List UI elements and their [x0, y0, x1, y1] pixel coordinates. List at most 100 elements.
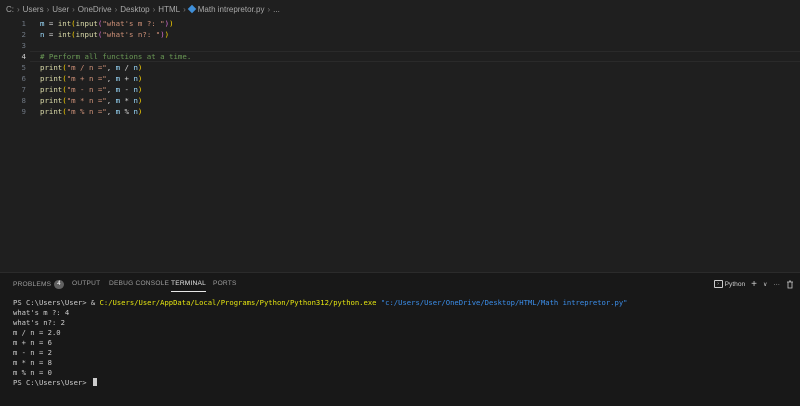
terminal-line: m / n = 2.0	[13, 328, 61, 337]
chevron-right-icon: ›	[46, 4, 50, 14]
terminal-icon: ›	[713, 280, 723, 288]
terminal-line: m - n = 2	[13, 348, 52, 357]
code-token: ,	[106, 96, 116, 105]
code-token: print	[40, 96, 63, 105]
chevron-right-icon: ›	[114, 4, 118, 14]
line-number: 4	[21, 52, 26, 61]
code-token: print	[40, 107, 63, 116]
tab-terminal[interactable]: TERMINAL	[171, 280, 206, 292]
tab-output[interactable]: OUTPUT	[72, 280, 100, 287]
code-token: )	[137, 85, 143, 94]
code-line[interactable]: 6 print("m + n =", m + n)	[0, 73, 800, 84]
breadcrumb-item-drive[interactable]: C:	[6, 5, 14, 14]
code-token: "m / n ="	[66, 63, 107, 72]
more-actions-icon[interactable]: ···	[773, 279, 780, 289]
code-token: input	[75, 19, 98, 28]
code-text: print("m + n =", m + n)	[40, 73, 142, 84]
code-token: )	[137, 96, 143, 105]
code-token: print	[40, 63, 63, 72]
code-line[interactable]: 3	[0, 40, 800, 51]
code-token: +	[120, 74, 134, 83]
code-token: "m % n ="	[66, 107, 107, 116]
code-token: "m * n ="	[66, 96, 107, 105]
terminal-line: what's n?: 2	[13, 318, 65, 327]
chevron-right-icon: ›	[267, 4, 271, 14]
code-token: int	[57, 30, 72, 39]
code-token: "m - n ="	[66, 85, 107, 94]
code-text: m = int(input("what's m ?: "))	[40, 18, 174, 29]
chevron-right-icon: ›	[72, 4, 75, 14]
chevron-right-icon: ›	[183, 4, 186, 14]
terminal-toolbar: › Python + ∨ ···	[713, 278, 794, 290]
tab-problems[interactable]: PROBLEMS 4	[13, 280, 64, 289]
add-terminal-icon[interactable]: +	[751, 279, 757, 290]
breadcrumb-item-user[interactable]: User	[52, 5, 69, 14]
code-token: "what's n?: "	[102, 30, 161, 39]
code-token: int	[57, 19, 72, 28]
code-token: =	[44, 30, 58, 39]
code-text: n = int(input("what's n?: "))	[40, 29, 169, 40]
terminal-command-prompt: PS C:\Users\User> &	[13, 298, 100, 307]
code-token: ,	[106, 85, 116, 94]
chevron-right-icon: ›	[152, 4, 156, 14]
terminal-line: m * n = 8	[13, 358, 52, 367]
bottom-panel: PROBLEMS 4 OUTPUT DEBUG CONSOLE TERMINAL …	[0, 272, 800, 406]
terminal-cursor	[92, 378, 97, 386]
code-line[interactable]: 2 n = int(input("what's n?: "))	[0, 29, 800, 40]
breadcrumb-item-file[interactable]: Math intrepretor.py	[198, 5, 265, 14]
code-token: =	[44, 19, 58, 28]
breadcrumb-ellipsis[interactable]: ...	[273, 5, 280, 14]
tab-ports[interactable]: PORTS	[213, 280, 237, 287]
breadcrumb-item-users[interactable]: Users	[23, 5, 44, 14]
python-file-icon	[187, 4, 196, 14]
code-token: ,	[106, 63, 116, 72]
code-line[interactable]: 1 m = int(input("what's m ?: "))	[0, 18, 800, 29]
breadcrumb-item-desktop[interactable]: Desktop	[120, 5, 149, 14]
code-text: print("m / n =", m / n)	[40, 62, 142, 73]
terminal-final-prompt: PS C:\Users\User>	[13, 378, 91, 387]
terminal-line: what's m ?: 4	[13, 308, 70, 317]
code-line[interactable]: 8 print("m * n =", m * n)	[0, 95, 800, 106]
code-token: %	[120, 107, 134, 116]
chevron-right-icon: ›	[17, 4, 20, 14]
code-token: input	[75, 30, 98, 39]
terminal-shell-selector[interactable]: › Python	[713, 279, 746, 289]
code-token: *	[120, 96, 134, 105]
code-text: print("m * n =", m * n)	[40, 95, 142, 106]
line-number: 9	[21, 107, 26, 116]
code-token: )	[137, 63, 143, 72]
tab-debug-console[interactable]: DEBUG CONSOLE	[109, 280, 169, 287]
trash-icon[interactable]	[786, 279, 794, 289]
chevron-down-icon[interactable]: ∨	[763, 279, 767, 289]
terminal-command-line: PS C:\Users\User> & C:/Users/User/AppDat…	[13, 298, 627, 308]
code-token: /	[120, 63, 134, 72]
line-number: 8	[21, 96, 26, 105]
code-text: # Perform all functions at a time.	[40, 51, 191, 62]
code-token: "m + n ="	[66, 74, 107, 83]
terminal-line: m + n = 6	[13, 338, 52, 347]
code-text: print("m - n =", m - n)	[40, 84, 142, 95]
code-editor[interactable]: 1 m = int(input("what's m ?: ")) 2 n = int(…	[0, 18, 800, 272]
breadcrumb-item-html[interactable]: HTML	[158, 5, 180, 14]
code-line[interactable]: 4 # Perform all functions at a time.	[0, 51, 800, 62]
code-token: ,	[106, 107, 116, 116]
code-token: )	[137, 107, 143, 116]
terminal-shell-label: Python	[724, 280, 746, 288]
code-text: print("m % n =", m % n)	[40, 106, 142, 117]
breadcrumb-item-onedrive[interactable]: OneDrive	[78, 5, 112, 14]
problems-count-badge: 4	[54, 280, 64, 289]
code-token: print	[40, 74, 63, 83]
code-line[interactable]: 5 print("m / n =", m / n)	[0, 62, 800, 73]
line-number: 7	[21, 85, 26, 94]
terminal-final-prompt-line: PS C:\Users\User>	[13, 378, 97, 388]
terminal-command-arg: "c:/Users/User/OneDrive/Desktop/HTML/Mat…	[376, 298, 628, 307]
tab-problems-label: PROBLEMS	[13, 281, 52, 288]
code-token: # Perform all functions at a time.	[40, 52, 192, 61]
code-token: ,	[106, 74, 116, 83]
terminal-line: m % n = 0	[13, 368, 52, 377]
code-line[interactable]: 9 print("m % n =", m % n)	[0, 106, 800, 117]
line-number: 1	[21, 19, 26, 28]
panel-tabs: PROBLEMS 4 OUTPUT DEBUG CONSOLE TERMINAL …	[0, 273, 800, 295]
code-line[interactable]: 7 print("m - n =", m - n)	[0, 84, 800, 95]
breadcrumb: C: › Users › User › OneDrive › Desktop ›…	[0, 0, 800, 18]
